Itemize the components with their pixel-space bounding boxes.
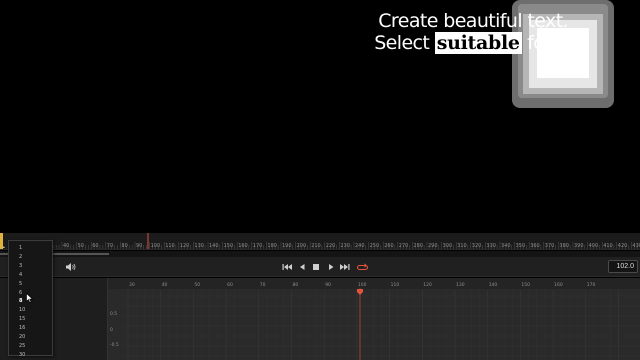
fps-option[interactable]: 6 [19,289,51,297]
fps-option[interactable]: 8 [19,297,51,305]
ruler-label: 110 [165,243,175,249]
preview-viewer: Create beautiful text. Select suitable f… [0,0,640,233]
fps-option[interactable]: 1 [19,244,51,252]
fps-option[interactable]: 20 [19,333,51,341]
ruler-label: 50 [78,243,84,249]
ruler-label: 360 [530,243,540,249]
ruler-label: 310 [457,243,467,249]
volume-icon[interactable] [64,261,76,273]
fps-option[interactable]: 4 [19,271,51,279]
ruler-label: 350 [516,243,526,249]
title-line-2-after: font. [521,32,568,54]
ruler-label: 200 [297,243,307,249]
curve-graph: 30 40 50 60 70 80 90 100 110 120 130 140 150 160 170 0.… [108,278,640,360]
graph-x-label: 80 [293,282,299,288]
title-highlight: suitable [434,32,522,54]
title-line-2: Select suitable font. [318,32,569,54]
graph-x-label: 60 [227,282,233,288]
ruler-label: 300 [443,243,453,249]
ruler-label: 140 [209,243,219,249]
graph-x-label: 140 [489,282,498,288]
graph-y-label: 0 [110,327,113,333]
ruler-label: 370 [545,243,555,249]
ruler-label: 240 [355,243,365,249]
fps-option[interactable]: 15 [19,315,51,323]
transport-bar [0,257,640,277]
ruler-label: 90 [136,243,142,249]
graph-x-label: 30 [129,282,135,288]
graph-x-label: 110 [391,282,400,288]
play-icon[interactable] [326,261,336,273]
graph-x-label: 170 [587,282,596,288]
graph-x-label: 150 [521,282,530,288]
ruler-label: 180 [267,243,277,249]
step-back-icon[interactable] [297,261,307,273]
ruler-label: 410 [603,243,613,249]
ruler-label: 60 [92,243,98,249]
current-time-field[interactable]: 102.0 [608,260,638,273]
ruler-label: 80 [121,243,127,249]
skip-to-start-icon[interactable] [281,261,293,273]
ruler-label: 150 [224,243,234,249]
ruler-label: 100 [151,243,161,249]
fps-option[interactable]: 16 [19,324,51,332]
ruler-label: 130 [194,243,204,249]
graph-x-label: 50 [194,282,200,288]
ruler-label: 390 [574,243,584,249]
ruler-label: 210 [311,243,321,249]
fps-option[interactable]: 2 [19,253,51,261]
graph-x-label: 40 [162,282,168,288]
ruler-label: 420 [618,243,628,249]
ruler-label: 340 [501,243,511,249]
ruler-label: 290 [428,243,438,249]
graph-x-label: 90 [325,282,331,288]
skip-to-end-icon[interactable] [339,261,351,273]
fps-option[interactable]: 5 [19,280,51,288]
ruler-label: 430 [632,243,640,249]
graph-playhead-handle[interactable] [357,289,363,295]
loop-icon[interactable] [356,261,369,273]
curve-graph-panel[interactable]: 30 40 50 60 70 80 90 100 110 120 130 140 150 160 170 0.… [108,278,640,360]
fps-option[interactable]: 30 [19,351,51,359]
ruler-label: 160 [238,243,248,249]
mouse-pointer-icon [26,293,34,303]
ruler-label: 380 [559,243,569,249]
graph-x-label: 100 [358,282,367,288]
ruler-label: 190 [282,243,292,249]
graph-x-label: 130 [456,282,465,288]
ruler-label: 70 [107,243,113,249]
ruler-label: 170 [253,243,263,249]
graph-x-label: 160 [554,282,563,288]
timeline-ruler[interactable]: 40 50 60 70 80 90 100 110 120 130 140 150 160 170 180 1… [0,233,640,250]
fps-option[interactable]: 10 [19,306,51,314]
title-line-1: Create beautiful text. [378,10,568,32]
ruler-label: 270 [399,243,409,249]
ruler-label: 220 [326,243,336,249]
ruler-label: 330 [486,243,496,249]
ruler-label: 120 [180,243,190,249]
ruler-label: 400 [589,243,599,249]
ruler-label: 260 [384,243,394,249]
graph-x-label: 70 [260,282,266,288]
selected-check-icon: • [3,245,5,251]
fps-option[interactable]: 3 [19,262,51,270]
title-line-2-before: Select [374,32,435,54]
ruler-label: 320 [472,243,482,249]
ruler-label: 40 [63,243,69,249]
graph-x-label: 120 [423,282,432,288]
graph-y-label: 0.5 [110,311,117,317]
fps-option[interactable]: 25 [19,342,51,350]
stop-icon[interactable] [311,261,321,273]
graph-y-label: -0.5 [110,342,119,348]
ruler-ticks: 40 50 60 70 80 90 100 110 120 130 140 150 160 170 180 1… [0,233,640,249]
ruler-label: 230 [340,243,350,249]
ruler-label: 280 [413,243,423,249]
ruler-label: 250 [370,243,380,249]
